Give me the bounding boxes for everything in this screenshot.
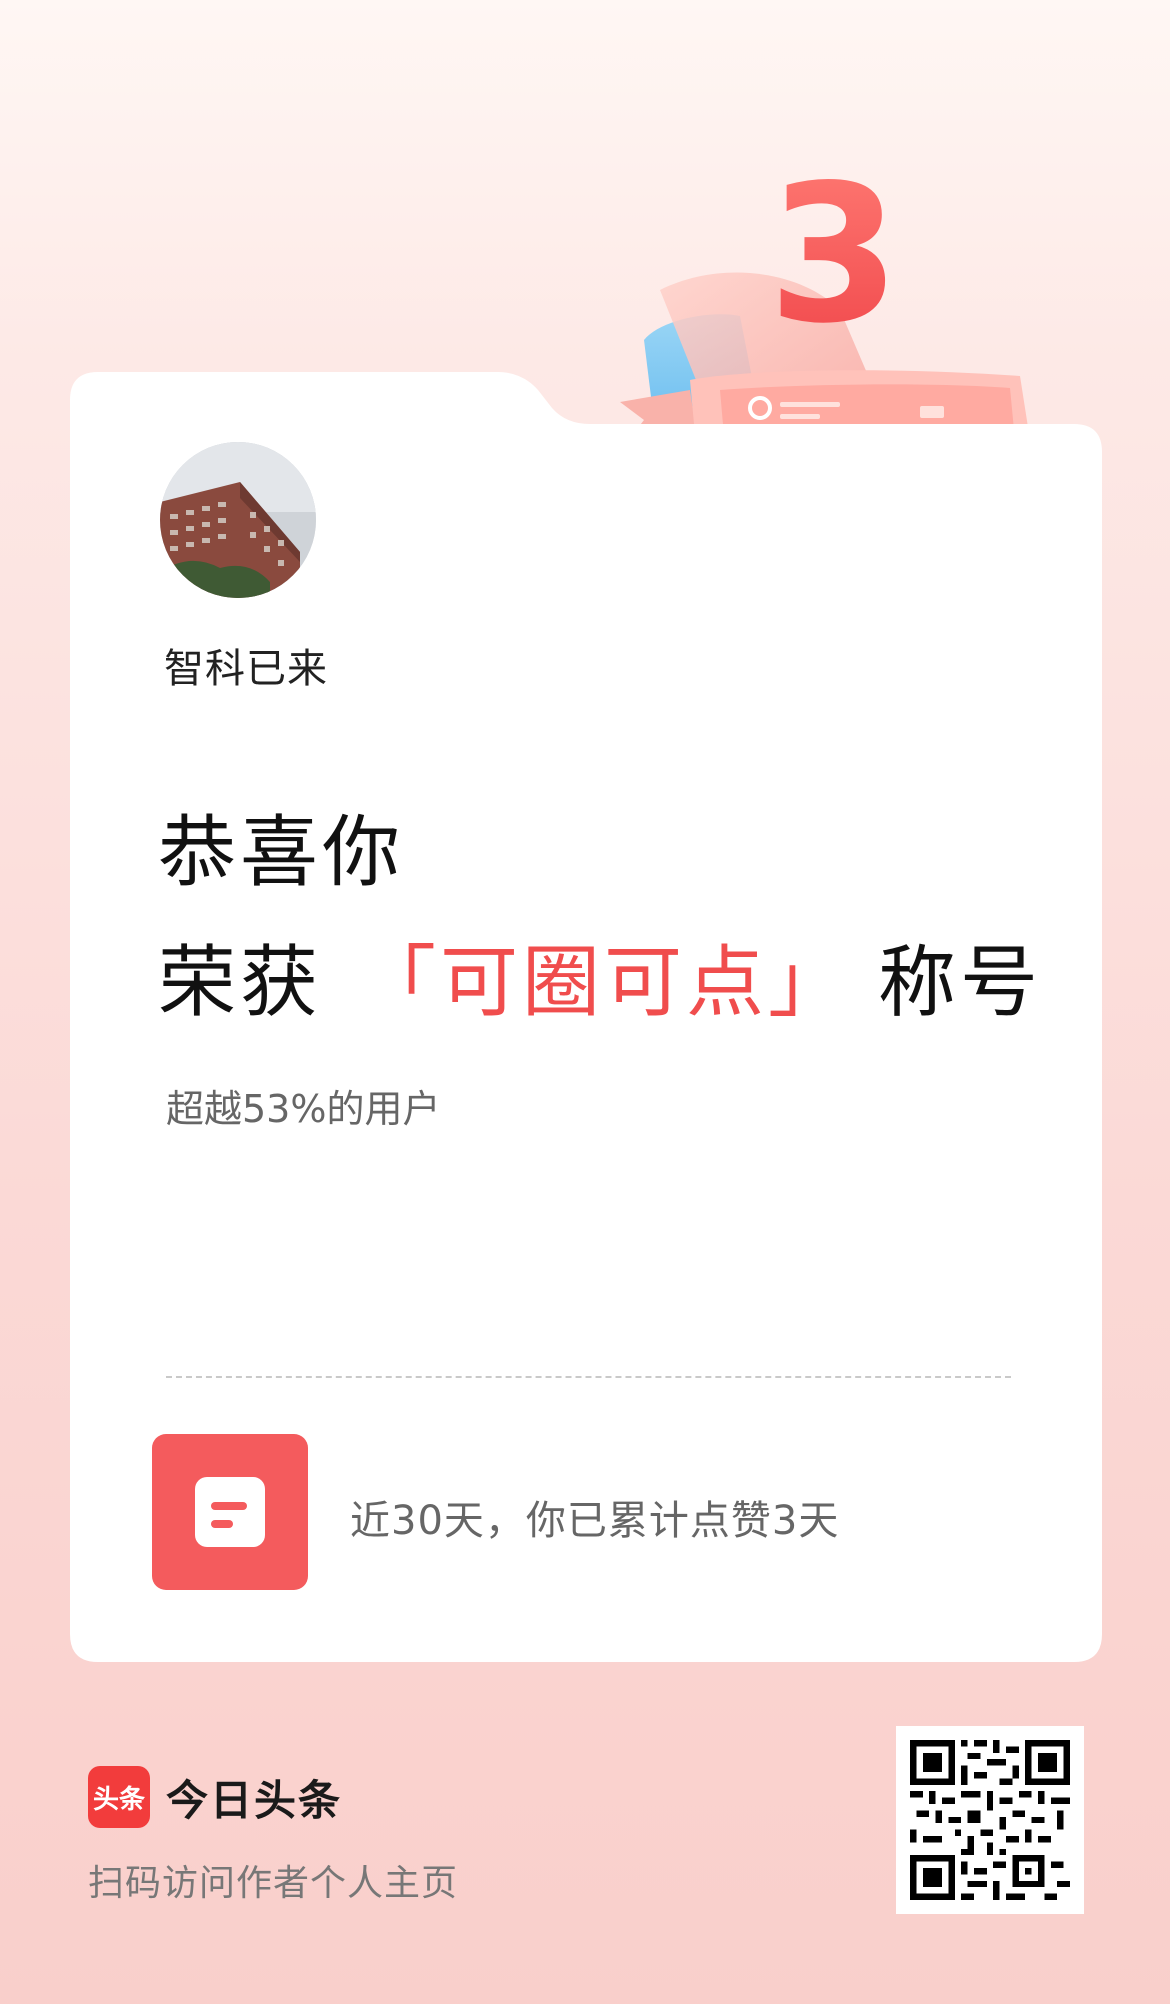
rank-text: 超越53%的用户: [166, 1087, 441, 1131]
scan-prompt: 扫码访问作者个人主页: [88, 1863, 459, 1904]
document-icon: [152, 1434, 308, 1590]
avatar[interactable]: [160, 442, 316, 598]
headline-line2: 荣获 「可圈可点」 称号: [158, 920, 1042, 1032]
avatar-image: [160, 442, 316, 598]
headline-suffix: 称号: [878, 938, 1043, 1028]
app-name: 今日头条: [166, 1775, 343, 1825]
stat-text: 近30天，你已累计点赞3天: [350, 1498, 840, 1544]
headline-line1: 恭喜你: [158, 808, 405, 898]
achievement-card: 智科已来 恭喜你 荣获 「可圈可点」 称号 超越53%的用户 近30天，你已累计…: [70, 372, 1102, 1662]
headline-prefix: 荣获: [158, 938, 323, 1028]
honor-title: 「可圈可点」: [358, 938, 851, 1028]
toutiao-logo-icon: 头条: [88, 1766, 150, 1828]
badge-number: 3: [768, 144, 900, 365]
app-brand: 头条 今日头条: [88, 1766, 342, 1828]
dashed-divider: [166, 1376, 1011, 1378]
qr-code[interactable]: [896, 1726, 1084, 1914]
username: 智科已来: [164, 646, 328, 692]
qr-code-image: [910, 1740, 1070, 1900]
